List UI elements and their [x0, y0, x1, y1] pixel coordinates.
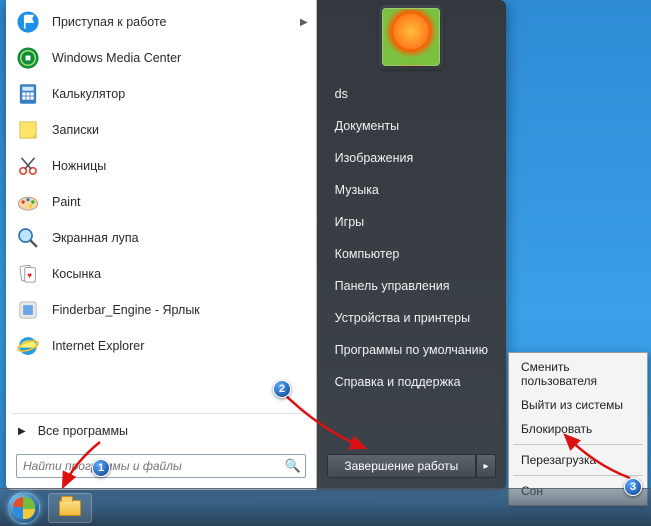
- program-label: Ножницы: [52, 159, 308, 173]
- search-icon[interactable]: 🔍: [281, 458, 305, 474]
- program-item-magnifier[interactable]: Экранная лупа: [8, 220, 314, 256]
- menu-separator: [513, 475, 643, 476]
- user-picture[interactable]: [382, 8, 440, 66]
- power-menu-log-off[interactable]: Выйти из системы: [511, 393, 645, 417]
- shutdown-area: Завершение работы ▸: [317, 446, 506, 490]
- program-label: Internet Explorer: [52, 339, 308, 353]
- annotation-badge-3: 3: [624, 478, 642, 496]
- scissors-icon: [14, 152, 42, 180]
- all-programs[interactable]: ▶ Все программы: [6, 418, 316, 444]
- program-label: Косынка: [52, 267, 308, 281]
- places-item-computer[interactable]: Компьютер: [319, 238, 504, 270]
- places-item-pictures[interactable]: Изображения: [319, 142, 504, 174]
- generic-icon: [14, 296, 42, 324]
- places-item-user-folder[interactable]: ds: [319, 78, 504, 110]
- program-list: Приступая к работе ▶ Windows Media Cente…: [6, 0, 316, 409]
- places-item-games[interactable]: Игры: [319, 206, 504, 238]
- paint-icon: [14, 188, 42, 216]
- search-box[interactable]: 🔍: [16, 454, 306, 478]
- taskbar-pinned-explorer[interactable]: [48, 493, 92, 523]
- magnifier-icon: [14, 224, 42, 252]
- search-area: 🔍: [6, 444, 316, 490]
- folder-icon: [59, 500, 81, 516]
- program-item-calculator[interactable]: Калькулятор: [8, 76, 314, 112]
- chevron-right-icon: ▶: [300, 17, 308, 28]
- start-menu-right-pane: dsДокументыИзображенияМузыкаИгрыКомпьюте…: [317, 0, 506, 490]
- program-item-getting-started[interactable]: Приступая к работе ▶: [8, 4, 314, 40]
- start-menu: Приступая к работе ▶ Windows Media Cente…: [6, 0, 506, 490]
- power-menu-lock[interactable]: Блокировать: [511, 417, 645, 441]
- places-item-default-programs[interactable]: Программы по умолчанию: [319, 334, 504, 366]
- power-menu-restart[interactable]: Перезагрузка: [511, 448, 645, 472]
- program-label: Экранная лупа: [52, 231, 308, 245]
- places-item-music[interactable]: Музыка: [319, 174, 504, 206]
- calc-icon: [14, 80, 42, 108]
- program-item-snipping-tool[interactable]: Ножницы: [8, 148, 314, 184]
- separator: [12, 413, 310, 414]
- annotation-badge-2: 2: [273, 380, 291, 398]
- menu-separator: [513, 444, 643, 445]
- shutdown-options-button[interactable]: ▸: [476, 454, 496, 478]
- places-item-control-panel[interactable]: Панель управления: [319, 270, 504, 302]
- taskbar: [0, 488, 651, 526]
- program-label: Windows Media Center: [52, 51, 308, 65]
- power-menu-switch-user[interactable]: Сменить пользователя: [511, 355, 645, 393]
- svg-text:♥: ♥: [27, 271, 32, 280]
- chevron-right-icon: ▶: [18, 426, 26, 437]
- start-menu-left-pane: Приступая к работе ▶ Windows Media Cente…: [6, 0, 317, 490]
- windows-logo-icon: [8, 492, 40, 524]
- places-item-documents[interactable]: Документы: [319, 110, 504, 142]
- program-item-finderbar-shortcut[interactable]: Finderbar_Engine - Ярлык: [8, 292, 314, 328]
- search-input[interactable]: [17, 459, 281, 473]
- program-item-sticky-notes[interactable]: Записки: [8, 112, 314, 148]
- program-label: Paint: [52, 195, 308, 209]
- places-list: dsДокументыИзображенияМузыкаИгрыКомпьюте…: [317, 78, 506, 446]
- all-programs-label: Все программы: [38, 424, 128, 438]
- flag-icon: [14, 8, 42, 36]
- start-button[interactable]: [4, 491, 44, 525]
- note-icon: [14, 116, 42, 144]
- program-label: Приступая к работе: [52, 15, 300, 29]
- ie-icon: [14, 332, 42, 360]
- places-item-devices-printers[interactable]: Устройства и принтеры: [319, 302, 504, 334]
- wmc-icon: [14, 44, 42, 72]
- program-item-solitaire[interactable]: ♥ Косынка: [8, 256, 314, 292]
- program-label: Записки: [52, 123, 308, 137]
- annotation-badge-1: 1: [92, 459, 110, 477]
- places-item-help-support[interactable]: Справка и поддержка: [319, 366, 504, 398]
- program-label: Finderbar_Engine - Ярлык: [52, 303, 308, 317]
- program-item-paint[interactable]: Paint: [8, 184, 314, 220]
- program-label: Калькулятор: [52, 87, 308, 101]
- program-item-internet-explorer[interactable]: Internet Explorer: [8, 328, 314, 364]
- shutdown-button[interactable]: Завершение работы: [327, 454, 476, 478]
- cards-icon: ♥: [14, 260, 42, 288]
- program-item-media-center[interactable]: Windows Media Center: [8, 40, 314, 76]
